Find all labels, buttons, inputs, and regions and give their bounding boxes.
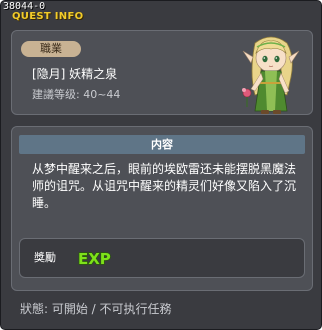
quest-description: 从梦中醒来之后，眼前的埃欧雷还未能摆脱黑魔法师的诅咒。从诅咒中醒来的精灵们好像又…: [32, 162, 297, 210]
quest-name: [隐月] 妖精之泉: [32, 67, 118, 81]
elf-npc-portrait-icon: [242, 36, 300, 114]
reward-box: 獎勵 EXP: [19, 238, 305, 278]
exp-icon-text: EXP: [78, 250, 111, 268]
exp-icon: EXP: [77, 249, 111, 268]
job-badge: 職業: [21, 41, 81, 57]
content-header: 内容: [19, 135, 305, 154]
quest-status: 狀態: 可開始 / 不可执行任務: [20, 302, 172, 316]
quest-recommended-level: 建議等级: 40~44: [32, 88, 121, 101]
reward-label: 獎勵: [34, 251, 56, 264]
quest-info-window: 38044-0 QUEST INFO 職業 [隐月] 妖精之泉 建議等级: 40…: [0, 0, 322, 330]
quest-summary-panel: 職業 [隐月] 妖精之泉 建議等级: 40~44: [11, 30, 313, 115]
window-title: QUEST INFO: [12, 11, 84, 22]
quest-content-panel: 内容 从梦中醒来之后，眼前的埃欧雷还未能摆脱黑魔法师的诅咒。从诅咒中醒来的精灵们…: [11, 126, 313, 291]
